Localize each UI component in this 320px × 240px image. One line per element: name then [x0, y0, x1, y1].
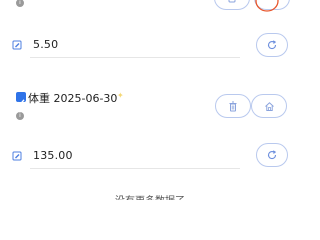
checkbox-checked-icon [17, 99, 25, 106]
refresh-button-2[interactable] [256, 143, 288, 167]
sparkle-decoration: ✦ [117, 91, 124, 100]
delete-button-2[interactable] [215, 94, 251, 118]
highlight-circle [255, 0, 279, 12]
home-icon [264, 101, 274, 111]
home-button-2[interactable] [251, 94, 287, 118]
trash-icon [228, 0, 236, 3]
refresh-icon [267, 40, 277, 50]
record2-checkbox[interactable] [16, 92, 26, 106]
refresh-icon [267, 150, 277, 160]
no-more-data-text: 没有更多数据了 [0, 192, 300, 200]
edit-icon [12, 40, 22, 50]
info-icon: i [16, 0, 24, 7]
record2-value: 135.00 [33, 149, 73, 162]
refresh-button-1[interactable] [256, 33, 288, 57]
info-icon: i [16, 112, 24, 120]
delete-button-top[interactable] [214, 0, 250, 10]
record1-value: 5.50 [33, 38, 59, 51]
edit-icon [12, 151, 22, 161]
record1-divider [30, 57, 240, 58]
record2-divider [30, 168, 240, 169]
record2-title: 体重 2025-06-30 [28, 92, 118, 105]
trash-icon [229, 101, 237, 111]
screen: i 5.50 体重 2025-06-30 ✦ i 135.00 [0, 0, 300, 200]
